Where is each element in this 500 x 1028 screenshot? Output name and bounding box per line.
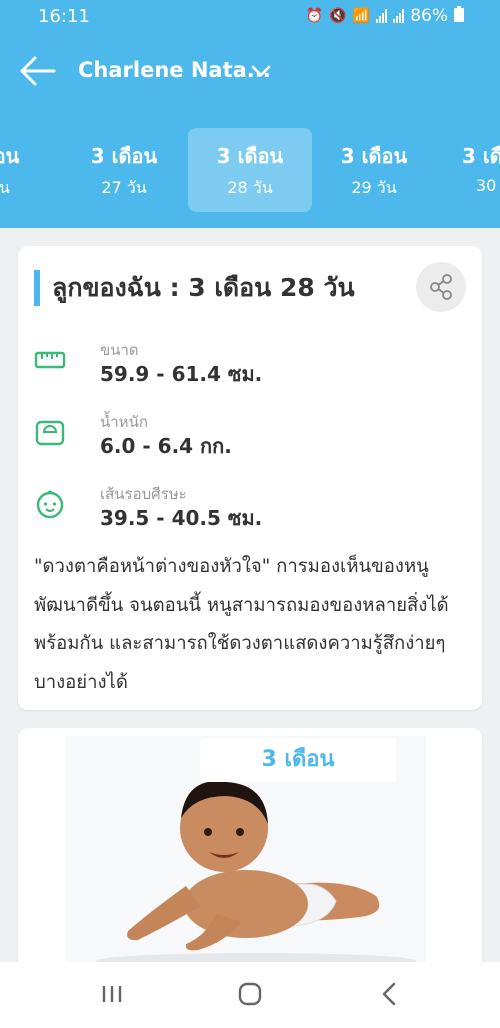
baby-info-card: ลูกของฉัน : 3 เดือน 28 วัน ขนาด 59.9 - 6…	[18, 246, 482, 710]
system-nav-bar	[0, 962, 500, 1028]
day-tab[interactable]: ดือน วัน	[0, 128, 62, 212]
ruler-icon	[34, 351, 66, 369]
signal-icon	[376, 9, 388, 23]
day-tab[interactable]: 3 เดื 30	[440, 128, 500, 212]
recent-apps-icon[interactable]	[94, 978, 130, 1010]
battery-text: 86%	[410, 6, 448, 26]
day-tab-months: 3 เดื	[462, 144, 500, 168]
battery-icon	[454, 6, 464, 26]
status-bar: 16:11 ⏰ 🔇 📶 86%	[0, 0, 500, 34]
child-name-title[interactable]: Charlene Nata...	[78, 58, 271, 82]
day-tab-days: 30	[476, 176, 497, 195]
day-tab-days: วัน	[0, 178, 10, 197]
home-icon[interactable]	[232, 978, 268, 1010]
metric-weight: น้ำหนัก 6.0 - 6.4 กก.	[34, 410, 454, 470]
metric-head-circumference: เส้นรอบศีรษะ 39.5 - 40.5 ซม.	[34, 482, 454, 542]
day-tab-months: ดือน	[0, 144, 20, 168]
app-header: Charlene Nata...	[0, 34, 500, 110]
metric-size: ขนาด 59.9 - 61.4 ซม.	[34, 338, 454, 398]
development-description: "ดวงตาคือหน้าต่างของหัวใจ" การมองเห็นของ…	[34, 556, 449, 693]
age-day-tabs: ดือน วัน 3 เดือน 27 วัน 3 เดือน 28 วัน 3…	[0, 110, 500, 228]
metric-value: 6.0 - 6.4 กก.	[100, 434, 232, 458]
baby-image-card: 3 เดือน	[18, 728, 482, 988]
day-tab-days: 29 วัน	[351, 178, 397, 197]
share-icon	[430, 274, 452, 300]
baby-photo: 3 เดือน	[66, 736, 426, 969]
back-icon[interactable]	[372, 978, 408, 1010]
day-tab-months: 3 เดือน	[216, 144, 284, 168]
scale-icon	[35, 420, 65, 446]
wifi-icon: 📶	[352, 8, 371, 24]
share-button[interactable]	[416, 262, 466, 312]
status-icons: ⏰ 🔇 📶 86%	[306, 6, 464, 26]
day-tab[interactable]: 3 เดือน 27 วัน	[62, 128, 186, 212]
mute-icon: 🔇	[329, 8, 347, 24]
day-tab[interactable]: 3 เดือน 29 วัน	[312, 128, 436, 212]
card-title: ลูกของฉัน : 3 เดือน 28 วัน	[34, 270, 355, 306]
signal-icon-2	[393, 9, 405, 23]
metric-value: 39.5 - 40.5 ซม.	[100, 506, 263, 530]
baby-face-icon	[36, 490, 64, 519]
day-tab-months: 3 เดือน	[90, 144, 158, 168]
metric-value: 59.9 - 61.4 ซม.	[100, 362, 263, 386]
chevron-down-icon[interactable]	[250, 60, 272, 82]
day-tab-active[interactable]: 3 เดือน 28 วัน	[188, 128, 312, 212]
alarm-icon: ⏰	[305, 8, 324, 24]
image-age-label: 3 เดือน	[200, 738, 396, 782]
status-time: 16:11	[38, 6, 90, 27]
back-arrow-icon[interactable]	[20, 56, 56, 86]
day-tab-days: 28 วัน	[227, 178, 273, 197]
day-tab-days: 27 วัน	[101, 178, 147, 197]
day-tab-months: 3 เดือน	[340, 144, 408, 168]
